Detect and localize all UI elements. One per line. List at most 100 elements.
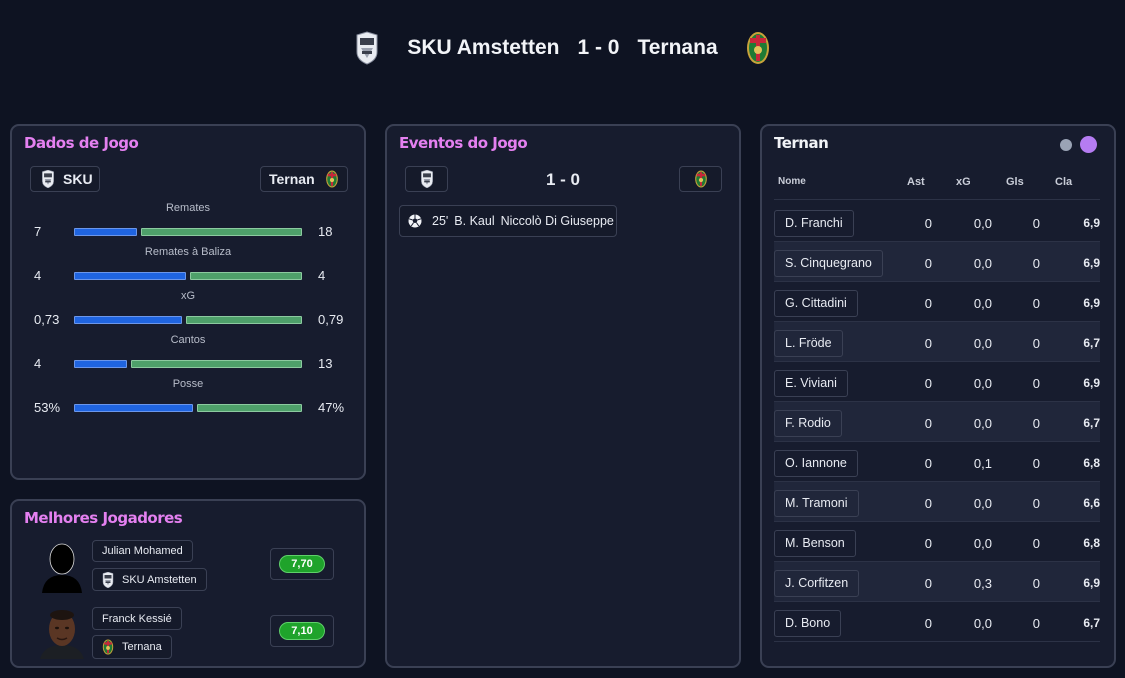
away-team-chip[interactable] bbox=[679, 166, 722, 192]
player-name-chip[interactable]: F. Rodio bbox=[774, 410, 842, 437]
event-minute: 25' bbox=[432, 214, 449, 228]
table-row[interactable]: G. Cittadini 0 0,0 0 6,9 bbox=[774, 282, 1100, 322]
stat-home-value: 0,73 bbox=[34, 312, 60, 327]
stat-home-value: 4 bbox=[34, 268, 42, 283]
stat-home-bar bbox=[74, 404, 193, 412]
cell-ast: 0 bbox=[924, 616, 932, 631]
table-row[interactable]: F. Rodio 0 0,0 0 6,7 bbox=[774, 402, 1100, 442]
player-name-chip[interactable]: M. Benson bbox=[774, 530, 856, 557]
table-row[interactable]: E. Viviani 0 0,0 0 6,9 bbox=[774, 362, 1100, 402]
cell-cla: 6,8 bbox=[1083, 456, 1100, 470]
cell-cla: 6,7 bbox=[1083, 336, 1100, 350]
stat-away-value: 13 bbox=[318, 356, 333, 371]
player-name-chip[interactable]: D. Bono bbox=[774, 610, 842, 637]
table-row[interactable]: L. Fröde 0 0,0 0 6,7 bbox=[774, 322, 1100, 362]
events-panel: Eventos do Jogo 1 - 0 25' B. Kaul Niccol… bbox=[385, 124, 741, 668]
player-name-chip[interactable]: Julian Mohamed bbox=[92, 540, 193, 562]
stat-away-bar bbox=[131, 360, 302, 368]
best-players-panel: Melhores Jogadores Julian Mohamed SKU Am… bbox=[10, 499, 366, 668]
column-header-xg[interactable]: xG bbox=[956, 176, 971, 188]
stat-label: xG bbox=[180, 290, 196, 302]
home-team-chip[interactable]: SKU bbox=[30, 166, 100, 192]
table-row[interactable]: M. Benson 0 0,0 0 6,8 bbox=[774, 522, 1100, 562]
cell-gls: 0 bbox=[1032, 536, 1040, 551]
stat-away-value: 0,79 bbox=[318, 312, 344, 327]
cell-xg: 0,3 bbox=[973, 576, 992, 591]
lineup-table-body: D. Franchi 0 0,0 0 6,9 S. Cinquegrano 0 0,0 0 6,9… bbox=[762, 202, 1114, 642]
player-name-chip[interactable]: O. Iannone bbox=[774, 450, 858, 477]
stat-away-bar bbox=[141, 228, 302, 236]
match-header: SKU Amstetten 1 - 0 Ternana bbox=[0, 28, 1125, 68]
stat-home-value: 4 bbox=[34, 356, 42, 371]
cell-gls: 0 bbox=[1032, 256, 1040, 271]
column-header-name[interactable]: Nome bbox=[778, 176, 806, 187]
cell-cla: 6,7 bbox=[1083, 616, 1100, 630]
cell-cla: 6,8 bbox=[1083, 536, 1100, 550]
event-assist: Niccolò Di Giuseppe bbox=[500, 214, 614, 228]
column-header-ast[interactable]: Ast bbox=[907, 176, 925, 188]
player-name-chip[interactable]: E. Viviani bbox=[774, 370, 848, 397]
stat-away-bar bbox=[186, 316, 302, 324]
toggle-dot-gray[interactable] bbox=[1060, 139, 1072, 151]
cell-ast: 0 bbox=[924, 416, 932, 431]
player-name: Franck Kessié bbox=[102, 612, 172, 625]
player-name-chip[interactable]: G. Cittadini bbox=[774, 290, 858, 317]
cell-cla: 6,9 bbox=[1083, 296, 1100, 310]
cell-cla: 6,6 bbox=[1083, 496, 1100, 510]
cell-gls: 0 bbox=[1032, 576, 1040, 591]
stat-home-bar bbox=[74, 272, 186, 280]
away-team-chip[interactable]: Ternan bbox=[260, 166, 348, 192]
table-row[interactable]: J. Corfitzen 0 0,3 0 6,9 bbox=[774, 562, 1100, 602]
cell-xg: 0,1 bbox=[973, 456, 992, 471]
player-name-chip[interactable]: L. Fröde bbox=[774, 330, 843, 357]
player-team-chip[interactable]: SKU Amstetten bbox=[92, 568, 207, 591]
player-name-chip[interactable]: Franck Kessié bbox=[92, 607, 182, 630]
stat-label: Cantos bbox=[170, 334, 206, 346]
column-header-gls[interactable]: Gls bbox=[1006, 176, 1024, 188]
cell-xg: 0,0 bbox=[973, 336, 992, 351]
cell-gls: 0 bbox=[1032, 496, 1040, 511]
player-team-chip[interactable]: Ternana bbox=[92, 635, 172, 659]
player-name: Julian Mohamed bbox=[102, 545, 183, 557]
row-divider bbox=[774, 641, 1100, 642]
stat-away-value: 18 bbox=[318, 224, 333, 239]
goal-event[interactable]: 25' B. Kaul Niccolò Di Giuseppe bbox=[399, 205, 617, 237]
home-team-name[interactable]: SKU Amstetten bbox=[407, 36, 559, 60]
cell-gls: 0 bbox=[1032, 616, 1040, 631]
table-row[interactable]: O. Iannone 0 0,1 0 6,8 bbox=[774, 442, 1100, 482]
column-header-cla[interactable]: Cla bbox=[1055, 176, 1072, 188]
stat-away-bar bbox=[190, 272, 302, 280]
player-name-chip[interactable]: J. Corfitzen bbox=[774, 570, 860, 597]
ternana-crest-icon bbox=[102, 639, 114, 655]
table-row[interactable]: M. Tramoni 0 0,0 0 6,6 bbox=[774, 482, 1100, 522]
table-row[interactable]: D. Bono 0 0,0 0 6,7 bbox=[774, 602, 1100, 642]
ternana-crest-icon bbox=[746, 30, 770, 66]
cell-cla: 6,9 bbox=[1083, 576, 1100, 590]
stat-home-value: 7 bbox=[34, 224, 42, 239]
stat-home-value: 53% bbox=[34, 400, 61, 415]
toggle-dot-purple[interactable] bbox=[1080, 136, 1097, 153]
table-row[interactable]: S. Cinquegrano 0 0,0 0 6,9 bbox=[774, 242, 1100, 282]
stat-home-bar bbox=[74, 360, 127, 368]
cell-gls: 0 bbox=[1032, 296, 1040, 311]
player-name-chip[interactable]: D. Franchi bbox=[774, 210, 854, 237]
cell-xg: 0,0 bbox=[973, 256, 992, 271]
table-row[interactable]: D. Franchi 0 0,0 0 6,9 bbox=[774, 202, 1100, 242]
football-icon bbox=[408, 214, 422, 228]
cell-gls: 0 bbox=[1032, 416, 1040, 431]
cell-cla: 6,9 bbox=[1083, 216, 1100, 230]
stats-list: Remates 7 18 Remates à Baliza 4 4 xG 0,73 0,79 Ca… bbox=[12, 202, 364, 422]
player-team: SKU Amstetten bbox=[122, 573, 197, 586]
lineup-panel: Ternan Nome Ast xG Gls Cla D. Franchi 0 0,… bbox=[760, 124, 1116, 668]
player-team: Ternana bbox=[122, 641, 162, 653]
event-scorer: B. Kaul bbox=[454, 214, 495, 228]
player-name-chip[interactable]: S. Cinquegrano bbox=[774, 250, 883, 277]
away-team-name[interactable]: Ternana bbox=[637, 36, 717, 60]
cell-ast: 0 bbox=[924, 256, 932, 271]
player-name-chip[interactable]: M. Tramoni bbox=[774, 490, 859, 517]
player-rating-badge: 7,10 bbox=[279, 622, 325, 640]
lineup-title: Ternan bbox=[774, 134, 829, 152]
stat-label: Remates bbox=[165, 202, 211, 214]
stat-label: Posse bbox=[172, 378, 204, 390]
cell-xg: 0,0 bbox=[973, 296, 992, 311]
